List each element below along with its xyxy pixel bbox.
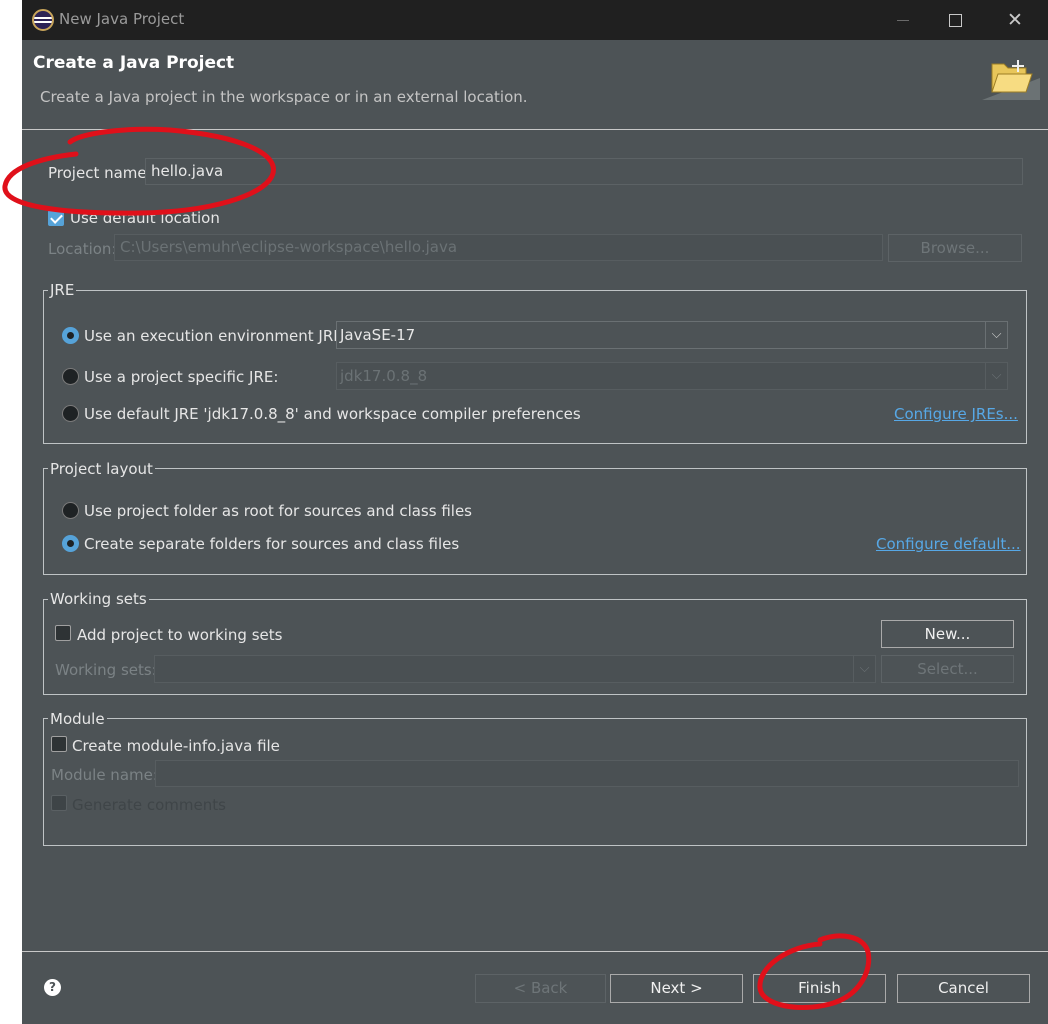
back-button[interactable]: < Back	[475, 974, 606, 1003]
jre-execution-environment-label: Use an execution environment JRE:	[84, 327, 348, 345]
jre-project-specific-radio[interactable]	[62, 368, 79, 385]
location-label: Location:	[48, 240, 117, 258]
close-button[interactable]: ✕	[992, 6, 1038, 34]
chevron-down-icon: ⌵	[853, 656, 875, 682]
create-module-info-checkbox[interactable]	[51, 736, 67, 752]
working-sets-label: Working sets:	[55, 661, 157, 679]
page-title: Create a Java Project	[33, 53, 235, 73]
jre-project-specific-label: Use a project specific JRE:	[84, 368, 279, 386]
new-project-folder-icon	[982, 60, 1040, 100]
layout-separate-folders-radio[interactable]	[62, 535, 79, 552]
execution-environment-value: JavaSE-17	[340, 326, 416, 344]
project-layout-group	[43, 468, 1027, 575]
footer-separator	[22, 951, 1048, 952]
use-default-location-checkbox[interactable]	[48, 210, 64, 226]
chevron-down-icon: ⌵	[985, 322, 1007, 348]
project-specific-jre-select[interactable]: jdk17.0.8_8 ⌵	[336, 362, 1008, 390]
browse-button[interactable]: Browse...	[888, 234, 1022, 262]
project-layout-group-title: Project layout	[48, 460, 155, 478]
wizard-header: Create a Java Project Create a Java proj…	[22, 40, 1048, 128]
add-to-working-sets-label: Add project to working sets	[77, 626, 283, 644]
configure-jres-link[interactable]: Configure JREs...	[894, 405, 1018, 423]
new-java-project-dialog: New Java Project ✕ Create a Java Project…	[22, 0, 1048, 1024]
maximize-button[interactable]	[932, 6, 978, 34]
execution-environment-select[interactable]: JavaSE-17 ⌵	[336, 321, 1008, 349]
chevron-down-icon: ⌵	[985, 363, 1007, 389]
jre-execution-environment-radio[interactable]	[62, 327, 79, 344]
new-working-set-button[interactable]: New...	[881, 620, 1014, 648]
jre-default-label: Use default JRE 'jdk17.0.8_8' and worksp…	[84, 405, 581, 423]
project-name-input[interactable]: hello.java	[145, 158, 1023, 185]
eclipse-icon	[32, 9, 54, 31]
generate-comments-label: Generate comments	[72, 796, 226, 814]
module-name-label: Module name:	[51, 766, 158, 784]
project-specific-jre-value: jdk17.0.8_8	[340, 367, 428, 385]
layout-root-folder-label: Use project folder as root for sources a…	[84, 502, 472, 520]
configure-default-link[interactable]: Configure default...	[876, 535, 1021, 553]
finish-button[interactable]: Finish	[753, 974, 886, 1003]
create-module-info-label: Create module-info.java file	[72, 737, 280, 755]
location-input[interactable]: C:\Users\emuhr\eclipse-workspace\hello.j…	[114, 234, 883, 261]
use-default-location-label: Use default location	[70, 209, 220, 227]
generate-comments-checkbox[interactable]	[51, 795, 67, 811]
page-description: Create a Java project in the workspace o…	[40, 88, 528, 106]
module-name-input[interactable]	[155, 760, 1019, 787]
next-button[interactable]: Next >	[610, 974, 743, 1003]
cancel-button[interactable]: Cancel	[897, 974, 1030, 1003]
help-icon[interactable]: ?	[44, 979, 61, 996]
working-sets-select[interactable]: ⌵	[154, 655, 876, 683]
window-title: New Java Project	[59, 10, 185, 28]
project-name-label: Project name:	[48, 164, 152, 182]
add-to-working-sets-checkbox[interactable]	[55, 625, 71, 641]
header-separator	[22, 129, 1048, 130]
title-bar: New Java Project ✕	[22, 0, 1048, 40]
module-group-title: Module	[48, 710, 107, 728]
select-working-sets-button[interactable]: Select...	[881, 655, 1014, 683]
jre-group-title: JRE	[48, 281, 77, 299]
minimize-button[interactable]	[880, 6, 926, 34]
jre-default-radio[interactable]	[62, 405, 79, 422]
layout-root-folder-radio[interactable]	[62, 502, 79, 519]
layout-separate-folders-label: Create separate folders for sources and …	[84, 535, 460, 553]
working-sets-group-title: Working sets	[48, 590, 149, 608]
